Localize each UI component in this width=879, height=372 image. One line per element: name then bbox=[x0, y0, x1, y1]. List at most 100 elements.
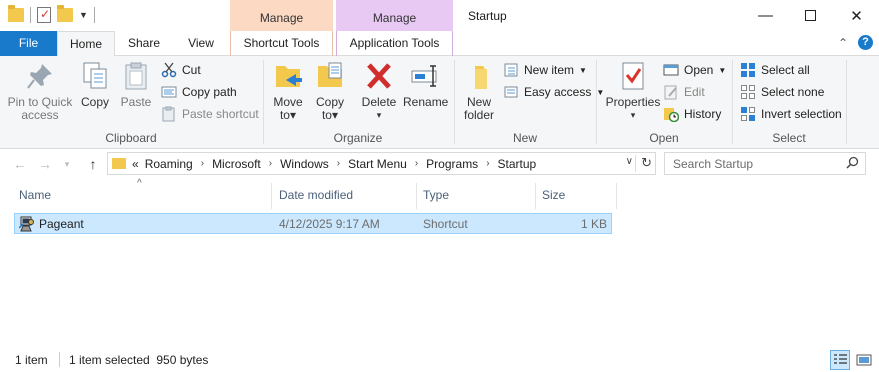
pageant-icon bbox=[19, 216, 34, 232]
minimize-button[interactable]: — bbox=[743, 0, 788, 31]
open-button[interactable]: Open ▼ bbox=[663, 60, 726, 80]
select-none-button[interactable]: Select none bbox=[740, 82, 824, 102]
properties-quick-icon[interactable] bbox=[37, 7, 51, 23]
select-all-button[interactable]: Select all bbox=[740, 60, 810, 80]
breadcrumb-microsoft[interactable]: Microsoft bbox=[212, 157, 261, 171]
delete-button[interactable]: Delete ▾ bbox=[361, 60, 397, 122]
copy-path-label: Copy path bbox=[182, 85, 237, 99]
ribbon-tabs: File Home Share View Shortcut Tools Appl… bbox=[0, 31, 879, 57]
properties-icon bbox=[617, 60, 649, 92]
new-item-button[interactable]: New item ▼ bbox=[503, 60, 587, 80]
tab-share[interactable]: Share bbox=[120, 31, 168, 56]
file-size: 1 KB bbox=[580, 217, 607, 231]
paste-shortcut-icon bbox=[161, 106, 177, 122]
group-separator bbox=[846, 60, 847, 144]
recent-locations-chevron-icon[interactable]: ▾ bbox=[57, 154, 77, 174]
properties-label: Properties bbox=[605, 95, 661, 109]
paste-shortcut-label: Paste shortcut bbox=[182, 107, 259, 121]
customize-toolbar-dropdown-icon[interactable]: ▼ bbox=[79, 10, 88, 20]
move-to-label: Move to▾ bbox=[273, 95, 303, 122]
delete-x-icon bbox=[363, 60, 395, 92]
edit-icon bbox=[663, 84, 679, 100]
paste-label: Paste bbox=[120, 95, 152, 109]
new-folder-button[interactable]: New folder bbox=[461, 60, 497, 122]
breadcrumb-windows[interactable]: Windows bbox=[280, 157, 329, 171]
paste-shortcut-button[interactable]: Paste shortcut bbox=[161, 104, 259, 124]
chevron-right-icon[interactable]: › bbox=[415, 158, 418, 169]
column-header-name[interactable]: Name bbox=[14, 183, 272, 209]
file-list: ^ Name Date modified Type Size Pageant 4… bbox=[0, 178, 879, 340]
file-type: Shortcut bbox=[423, 217, 468, 231]
separator bbox=[30, 7, 31, 23]
copy-button[interactable]: Copy bbox=[78, 60, 112, 109]
copy-to-button[interactable]: Copy to▾ bbox=[312, 60, 348, 122]
invert-selection-button[interactable]: Invert selection bbox=[740, 104, 842, 124]
new-group: New folder New item ▼ Easy access ▼ New bbox=[455, 56, 604, 149]
copy-label: Copy bbox=[80, 95, 109, 109]
column-header-date-modified[interactable]: Date modified bbox=[274, 183, 417, 209]
delete-label: Delete bbox=[361, 95, 397, 109]
details-view-button[interactable] bbox=[830, 350, 850, 370]
details-view-icon bbox=[834, 354, 847, 364]
copy-icon bbox=[79, 60, 111, 92]
rename-button[interactable]: Rename bbox=[403, 60, 449, 109]
maximize-button[interactable] bbox=[788, 0, 833, 31]
file-row[interactable]: Pageant 4/12/2025 9:17 AM Shortcut 1 KB bbox=[14, 213, 612, 234]
chevron-right-icon[interactable]: › bbox=[201, 158, 204, 169]
large-icons-view-button[interactable] bbox=[854, 350, 874, 370]
history-button[interactable]: History bbox=[663, 104, 721, 124]
new-folder-quick-icon[interactable] bbox=[57, 5, 73, 22]
edit-button[interactable]: Edit bbox=[663, 82, 705, 102]
paste-button[interactable]: Paste bbox=[118, 60, 154, 109]
breadcrumb-roaming[interactable]: Roaming bbox=[145, 157, 193, 171]
move-to-button[interactable]: Move to▾ bbox=[270, 60, 306, 122]
chevron-right-icon[interactable]: › bbox=[486, 158, 489, 169]
breadcrumb-programs[interactable]: Programs bbox=[426, 157, 478, 171]
refresh-icon[interactable]: ↻ bbox=[641, 155, 652, 171]
copy-to-label: Copy to▾ bbox=[315, 95, 344, 122]
new-item-dropdown-icon: ▼ bbox=[579, 65, 587, 75]
pin-to-quick-access-button[interactable]: Pin to Quick access bbox=[4, 60, 76, 122]
breadcrumb-overflow[interactable]: « bbox=[132, 157, 139, 171]
tab-shortcut-tools[interactable]: Shortcut Tools bbox=[230, 31, 333, 56]
address-dropdown-icon[interactable]: ∨ bbox=[626, 156, 633, 167]
separator bbox=[93, 7, 95, 23]
search-input[interactable] bbox=[665, 153, 835, 174]
tab-home[interactable]: Home bbox=[57, 31, 115, 57]
column-header-type[interactable]: Type bbox=[418, 183, 536, 209]
scissors-icon bbox=[161, 62, 177, 78]
file-name: Pageant bbox=[39, 217, 84, 231]
select-all-icon bbox=[740, 62, 756, 78]
close-button[interactable]: ✕ bbox=[834, 0, 879, 31]
search-icon[interactable] bbox=[846, 156, 859, 169]
address-bar[interactable]: « Roaming › Microsoft › Windows › Start … bbox=[107, 152, 656, 175]
properties-dropdown-icon: ▾ bbox=[630, 110, 636, 120]
status-bar: 1 item 1 item selected 950 bytes bbox=[0, 347, 879, 372]
breadcrumb-startup[interactable]: Startup bbox=[498, 157, 537, 171]
rename-label: Rename bbox=[403, 95, 449, 109]
column-header-size[interactable]: Size bbox=[537, 183, 617, 209]
maximize-icon bbox=[805, 10, 816, 21]
folder-icon bbox=[8, 5, 24, 22]
up-arrow-icon[interactable]: ↑ bbox=[83, 154, 103, 174]
file-date-modified: 4/12/2025 9:17 AM bbox=[279, 217, 380, 231]
properties-button[interactable]: Properties ▾ bbox=[605, 60, 661, 122]
collapse-ribbon-icon[interactable]: ⌃ bbox=[838, 36, 848, 50]
history-label: History bbox=[684, 107, 722, 121]
chevron-right-icon[interactable]: › bbox=[269, 158, 272, 169]
cut-button[interactable]: Cut bbox=[161, 60, 201, 80]
back-arrow-icon[interactable]: ← bbox=[10, 154, 30, 174]
search-box[interactable] bbox=[664, 152, 866, 175]
copy-path-button[interactable]: Copy path bbox=[161, 82, 237, 102]
easy-access-label: Easy access bbox=[524, 85, 592, 99]
breadcrumb-start-menu[interactable]: Start Menu bbox=[348, 157, 407, 171]
tab-file[interactable]: File bbox=[0, 31, 57, 56]
new-folder-icon bbox=[463, 60, 495, 92]
easy-access-button[interactable]: Easy access ▼ bbox=[503, 82, 604, 102]
title-bar: ▼ Manage Manage Startup — ✕ bbox=[0, 0, 879, 31]
chevron-right-icon[interactable]: › bbox=[337, 158, 340, 169]
forward-arrow-icon[interactable]: → bbox=[35, 154, 55, 174]
help-icon[interactable]: ? bbox=[858, 35, 873, 50]
tab-application-tools[interactable]: Application Tools bbox=[336, 31, 453, 56]
tab-view[interactable]: View bbox=[180, 31, 222, 56]
